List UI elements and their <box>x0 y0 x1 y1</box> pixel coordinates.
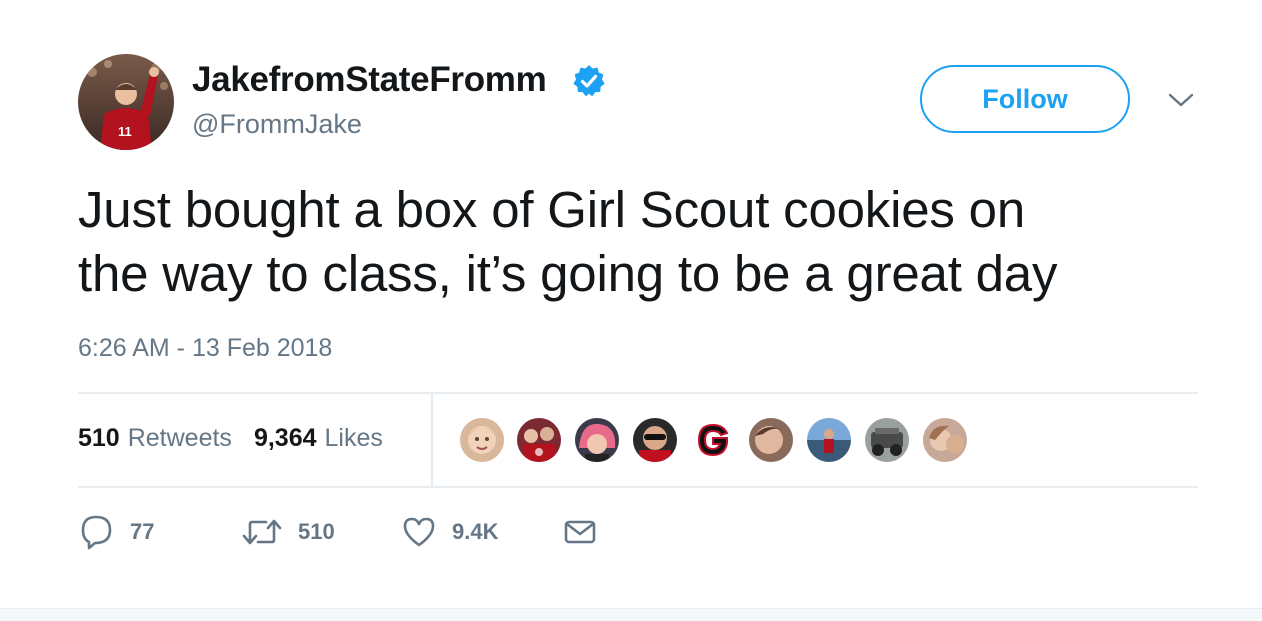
stats-divider <box>431 394 433 486</box>
retweet-count: 510 <box>298 519 335 544</box>
tweet-text-line: Just bought a box of Girl Scout cookies … <box>78 181 1025 238</box>
chevron-down-icon[interactable] <box>1166 88 1196 112</box>
tweet-card: 11 JakefromStateFromm @FrommJake Follow … <box>0 0 1262 621</box>
tweet-text-line: the way to class, it’s going to be a gre… <box>78 245 1058 302</box>
liker-avatar[interactable] <box>458 416 506 464</box>
follow-button[interactable]: Follow <box>920 65 1130 133</box>
likes-stat[interactable]: 9,364 Likes <box>254 422 383 454</box>
liker-avatar[interactable] <box>747 416 795 464</box>
retweet-action[interactable]: 510 <box>242 512 335 552</box>
author-avatar[interactable]: 11 <box>78 54 174 150</box>
liker-avatar[interactable] <box>921 416 969 464</box>
svg-text:11: 11 <box>118 124 132 139</box>
likes-stat-count: 9,364 <box>253 424 317 452</box>
direct-message-action[interactable] <box>564 512 596 552</box>
author-display-name[interactable]: JakefromStateFromm <box>192 60 547 100</box>
retweets-stat-count: 510 <box>78 424 120 452</box>
liker-avatar[interactable] <box>805 416 853 464</box>
retweet-icon <box>242 516 282 548</box>
heart-icon <box>402 516 436 548</box>
like-count: 9.4K <box>452 519 499 544</box>
verified-badge-icon <box>572 64 606 98</box>
reply-count: 77 <box>130 519 155 544</box>
liker-avatar[interactable] <box>689 416 737 464</box>
likes-stat-label: Likes <box>324 424 383 452</box>
envelope-icon <box>564 518 596 546</box>
retweets-stat[interactable]: 510 Retweets <box>78 422 232 454</box>
liker-avatar[interactable] <box>573 416 621 464</box>
author-handle[interactable]: @FrommJake <box>192 108 362 140</box>
tweet-stats: 510 Retweets 9,364 Likes <box>78 422 405 454</box>
reply-icon <box>80 514 114 550</box>
liker-avatar[interactable] <box>515 416 563 464</box>
liker-avatar[interactable] <box>863 416 911 464</box>
retweets-stat-label: Retweets <box>127 424 232 452</box>
liker-avatar[interactable] <box>631 416 679 464</box>
divider <box>78 486 1198 488</box>
card-bottom-strip <box>0 608 1262 621</box>
tweet-text: Just bought a box of Girl Scout cookies … <box>78 178 1218 306</box>
like-action[interactable]: 9.4K <box>402 512 498 552</box>
tweet-timestamp[interactable]: 6:26 AM - 13 Feb 2018 <box>78 332 332 364</box>
reply-action[interactable]: 77 <box>80 512 154 552</box>
divider <box>78 392 1198 394</box>
